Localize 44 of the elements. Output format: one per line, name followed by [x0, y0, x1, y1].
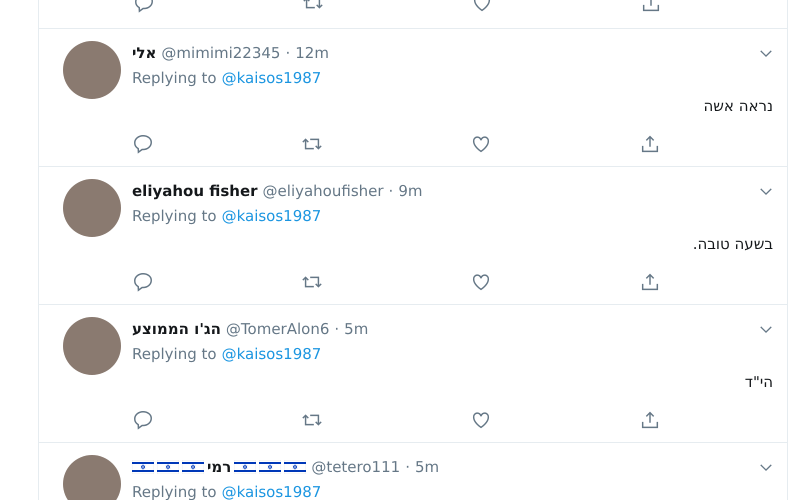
user-name[interactable]: רמי	[207, 458, 232, 476]
caret-icon[interactable]	[759, 186, 773, 196]
separator-dot: ·	[388, 182, 394, 200]
flag-icon	[234, 460, 256, 474]
flag-icon	[182, 460, 204, 474]
tweet-text: הי"ד	[744, 373, 773, 393]
reply-icon[interactable]	[132, 271, 154, 293]
tweet-time[interactable]: 5m	[414, 458, 440, 476]
separator-dot: ·	[405, 458, 410, 476]
flag-icon	[259, 460, 282, 474]
user-handle[interactable]: @tetero111	[311, 458, 400, 476]
caret-icon[interactable]	[759, 462, 773, 472]
replying-label: Replying to	[132, 345, 217, 363]
user-name[interactable]: eliyahou fisher	[132, 182, 258, 200]
user-handle[interactable]: @mimimi22345	[161, 44, 280, 62]
reply-icon[interactable]	[132, 133, 154, 155]
user-handle[interactable]: @TomerAlon6	[226, 320, 330, 338]
user-name[interactable]: הג'ו הממוצע	[132, 320, 221, 338]
caret-icon[interactable]	[759, 324, 773, 334]
replying-label: Replying to	[132, 483, 217, 500]
share-icon[interactable]	[639, 133, 661, 155]
tweet-text: נראה אשה	[702, 97, 773, 117]
separator-dot: ·	[285, 44, 290, 62]
user-name[interactable]: אלי	[132, 44, 156, 62]
caret-icon[interactable]	[759, 48, 773, 58]
mention-link[interactable]: @kaisos1987	[222, 483, 322, 500]
tweet-text: בשעה טובה.	[692, 235, 773, 255]
avatar-photo-placeholder[interactable]	[63, 455, 121, 500]
flag-icon	[284, 460, 306, 474]
mention-link[interactable]: @kaisos1987	[222, 69, 322, 87]
flag-icon	[157, 460, 179, 474]
reply-icon[interactable]	[132, 409, 154, 431]
share-icon[interactable]	[639, 271, 661, 293]
mention-link[interactable]: @kaisos1987	[222, 345, 322, 363]
replying-label: Replying to	[132, 207, 217, 225]
tweet-time[interactable]: 9m	[398, 182, 422, 200]
tweet-time[interactable]: 5m	[344, 320, 368, 338]
mention-link[interactable]: @kaisos1987	[222, 207, 322, 225]
share-icon[interactable]	[639, 409, 661, 431]
user-handle[interactable]: @eliyahoufisher	[262, 182, 384, 200]
separator-dot: ·	[334, 320, 340, 338]
tweet-time[interactable]: 12m	[295, 44, 329, 62]
replying-label: Replying to	[132, 69, 217, 87]
flag-icon	[132, 460, 154, 474]
